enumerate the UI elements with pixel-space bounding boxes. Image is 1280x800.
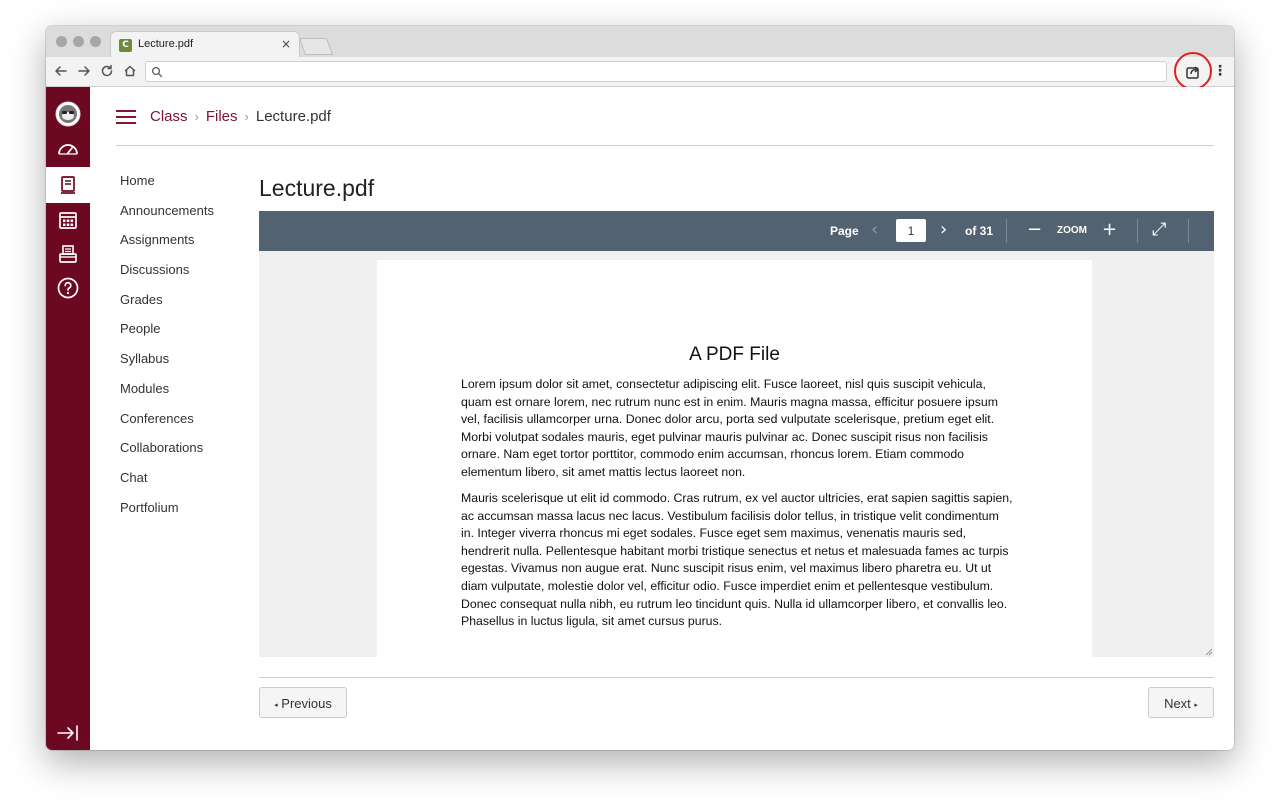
header-divider	[116, 145, 1214, 146]
dashboard-icon	[58, 144, 78, 155]
help-icon	[57, 277, 79, 299]
footer-divider	[259, 677, 1214, 678]
new-tab-button[interactable]	[298, 38, 334, 55]
course-menu-toggle[interactable]	[116, 110, 136, 125]
global-nav	[46, 87, 90, 750]
favicon-icon: C	[119, 39, 132, 52]
forward-button[interactable]	[75, 62, 93, 80]
highlight-ring	[1174, 52, 1212, 90]
user-avatar-icon	[55, 101, 81, 127]
previous-label: Previous	[281, 696, 332, 711]
zoom-in-icon[interactable]: +	[1102, 220, 1117, 240]
zoom-label: ZOOM	[1057, 225, 1087, 236]
tab-strip: C Lecture.pdf ×	[46, 26, 1234, 57]
next-arrow-icon: ▸	[1194, 702, 1198, 709]
breadcrumb-separator: ›	[194, 109, 199, 124]
course-nav-portfolium[interactable]: Portfolium	[120, 500, 214, 530]
next-page-icon[interactable]: ›	[940, 220, 947, 240]
pdf-heading: A PDF File	[689, 344, 780, 365]
breadcrumb: Class › Files › Lecture.pdf	[150, 108, 331, 125]
inbox-icon	[59, 245, 77, 263]
global-nav-inbox[interactable]	[46, 237, 90, 271]
back-button[interactable]	[52, 62, 70, 80]
next-label: Next	[1164, 696, 1191, 711]
course-nav-chat[interactable]: Chat	[120, 470, 214, 500]
breadcrumb-class[interactable]: Class	[150, 108, 188, 125]
global-nav-courses[interactable]	[46, 167, 90, 203]
minimize-window-button[interactable]	[73, 36, 84, 47]
next-button[interactable]: Next ▸	[1148, 687, 1214, 718]
page-number-input[interactable]	[896, 219, 926, 242]
course-nav-people[interactable]: People	[120, 321, 214, 351]
course-nav-announcements[interactable]: Announcements	[120, 203, 214, 233]
kebab-menu-icon[interactable]: ⋮	[1213, 64, 1227, 78]
breadcrumb-separator: ›	[244, 109, 249, 124]
course-nav: Home Announcements Assignments Discussio…	[120, 173, 214, 529]
course-nav-conferences[interactable]: Conferences	[120, 411, 214, 441]
courses-icon	[61, 176, 75, 194]
fullscreen-icon[interactable]: ⤢	[1152, 220, 1166, 240]
course-nav-modules[interactable]: Modules	[120, 381, 214, 411]
toolbar-separator	[1006, 219, 1007, 243]
page-count: of 31	[965, 224, 994, 238]
toolbar-separator	[1137, 219, 1138, 243]
resize-handle-icon[interactable]	[1205, 648, 1213, 656]
pdf-paragraph: Mauris scelerisque ut elit id commodo. C…	[461, 491, 1013, 629]
collapse-nav-icon	[57, 725, 78, 741]
zoom-out-icon[interactable]: −	[1027, 220, 1042, 240]
home-icon	[124, 65, 136, 77]
pdf-paragraph: Lorem ipsum dolor sit amet, consectetur …	[461, 377, 998, 479]
previous-arrow-icon: ◂	[274, 702, 278, 709]
reload-button[interactable]	[98, 62, 116, 80]
global-nav-dashboard[interactable]	[46, 132, 90, 166]
browser-toolbar: ⋮	[46, 52, 1234, 90]
global-nav-account[interactable]	[46, 97, 90, 131]
course-nav-home[interactable]: Home	[120, 173, 214, 203]
tab-close-icon[interactable]: ×	[281, 37, 291, 51]
prev-page-icon[interactable]: ‹	[871, 220, 878, 240]
calendar-icon	[59, 212, 77, 229]
tab-title: Lecture.pdf	[138, 38, 194, 50]
global-nav-calendar[interactable]	[46, 203, 90, 237]
reload-icon	[101, 64, 113, 77]
toolbar-separator	[1188, 219, 1189, 243]
global-nav-help[interactable]	[46, 271, 90, 305]
maximize-window-button[interactable]	[90, 36, 101, 47]
course-nav-collaborations[interactable]: Collaborations	[120, 440, 214, 470]
pdf-page: A PDF File Lorem ipsum dolor sit amet, c…	[377, 260, 1092, 657]
previous-button[interactable]: ◂ Previous	[259, 687, 347, 718]
browser-tab[interactable]: C Lecture.pdf ×	[110, 31, 300, 57]
course-nav-assignments[interactable]: Assignments	[120, 232, 214, 262]
address-bar[interactable]	[145, 61, 1167, 82]
course-nav-grades[interactable]: Grades	[120, 292, 214, 322]
close-window-button[interactable]	[56, 36, 67, 47]
global-nav-collapse[interactable]	[46, 716, 90, 750]
pdf-viewer: Page ‹ › of 31 − ZOOM + ⤢ A PDF File Lor…	[259, 211, 1214, 657]
course-nav-discussions[interactable]: Discussions	[120, 262, 214, 292]
course-nav-syllabus[interactable]: Syllabus	[120, 351, 214, 381]
breadcrumb-files[interactable]: Files	[206, 108, 238, 125]
search-icon	[151, 66, 163, 78]
arrow-left-icon	[55, 66, 67, 76]
page-label: Page	[830, 224, 859, 238]
browser-window: C Lecture.pdf × ⋮ Class › Files › Lectur…	[46, 26, 1234, 750]
home-button[interactable]	[121, 62, 139, 80]
page-title: Lecture.pdf	[259, 175, 375, 201]
pdf-toolbar: Page ‹ › of 31 − ZOOM + ⤢	[259, 211, 1214, 251]
lms-app: Class › Files › Lecture.pdf Home Announcemen…	[46, 87, 1234, 750]
breadcrumb-current: Lecture.pdf	[255, 108, 331, 125]
arrow-right-icon	[78, 66, 90, 76]
